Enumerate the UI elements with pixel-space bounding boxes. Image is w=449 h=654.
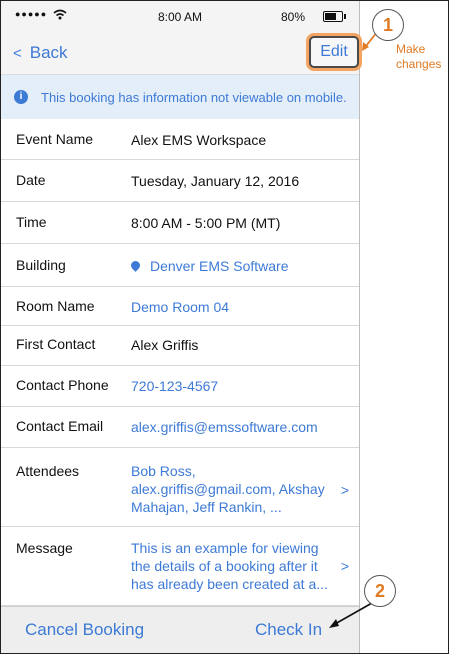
arrow-2 [334,602,373,625]
callout-1-note: Make changes [396,42,442,71]
callout-1-badge: 1 [372,9,404,41]
arrow-2-head [329,619,339,628]
callout-2-badge: 2 [364,575,396,607]
annotation-arrows [329,31,378,628]
